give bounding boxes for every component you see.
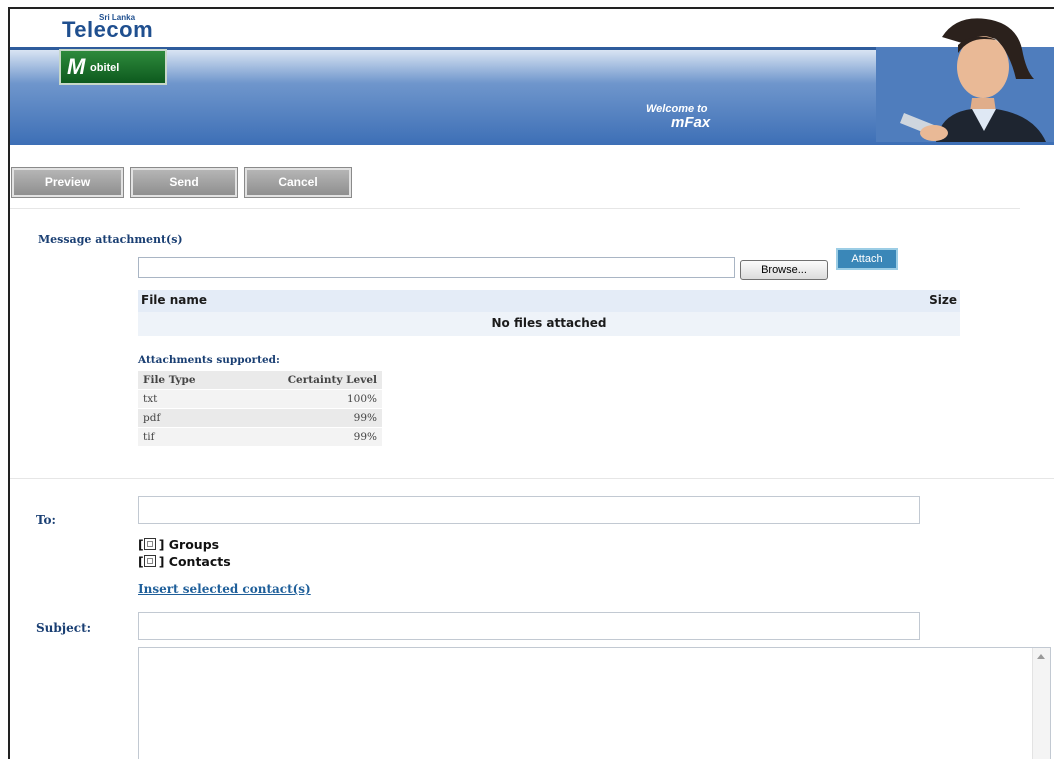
column-header-file-name: File name [141,293,208,307]
attachments-section-title: Message attachment(s) [38,233,183,246]
insert-selected-contacts-link[interactable]: Insert selected contact(s) [138,582,311,596]
file-type-cell: txt [138,389,233,409]
files-table-body: No files attached [138,312,960,336]
groups-tree-item[interactable]: [] Groups [138,537,219,553]
message-body-textarea[interactable] [138,647,1051,759]
mobitel-logo: M obitel [59,49,167,85]
files-table-header: File name Size [138,290,960,312]
supported-table-header: File Type Certainty Level [138,371,382,390]
vertical-scrollbar[interactable] [1032,648,1050,759]
attached-files-table: File name Size No files attached [138,290,960,336]
certainty-cell: 99% [232,408,382,428]
to-label: To: [36,513,56,527]
attachment-file-input[interactable] [138,257,735,278]
expand-icon[interactable] [143,555,156,567]
certainty-cell: 100% [232,389,382,409]
cancel-button[interactable]: Cancel [244,167,352,198]
table-row: pdf 99% [138,408,382,428]
file-type-cell: pdf [138,408,233,428]
mfax-window: Sri Lanka Telecom M obitel Welcome to mF… [8,7,1054,759]
column-header-size: Size [929,293,957,307]
contacts-tree-item[interactable]: [] Contacts [138,554,231,570]
subject-field[interactable] [138,612,920,640]
attach-button[interactable]: Attach [836,248,898,270]
divider [10,478,1054,479]
banner-person-image [876,9,1054,142]
header-banner: Sri Lanka Telecom M obitel Welcome to mF… [10,9,1054,145]
scroll-up-arrow-icon[interactable] [1037,654,1045,659]
expand-icon[interactable] [143,538,156,550]
mobitel-logo-initial: M [67,54,86,79]
column-header-certainty: Certainty Level [232,371,382,390]
groups-label: Groups [168,537,220,552]
subject-label: Subject: [36,621,92,635]
browse-button[interactable]: Browse... [740,260,828,280]
mobitel-logo-text: obitel [90,62,120,74]
contacts-label: Contacts [168,554,231,569]
column-header-file-type: File Type [138,371,233,390]
telecom-logo: Telecom [62,17,154,42]
preview-button[interactable]: Preview [11,167,124,198]
app-name: mFax [671,114,711,131]
send-button[interactable]: Send [130,167,238,198]
table-row: tif 99% [138,427,382,447]
certainty-cell: 99% [232,427,382,447]
supported-types-table: File Type Certainty Level txt 100% pdf 9… [138,371,382,447]
divider [10,208,1020,209]
file-type-cell: tif [138,427,233,447]
supported-attachments-title: Attachments supported: [138,354,280,366]
table-row: txt 100% [138,389,382,409]
empty-files-message: No files attached [491,316,607,330]
to-field[interactable] [138,496,920,524]
